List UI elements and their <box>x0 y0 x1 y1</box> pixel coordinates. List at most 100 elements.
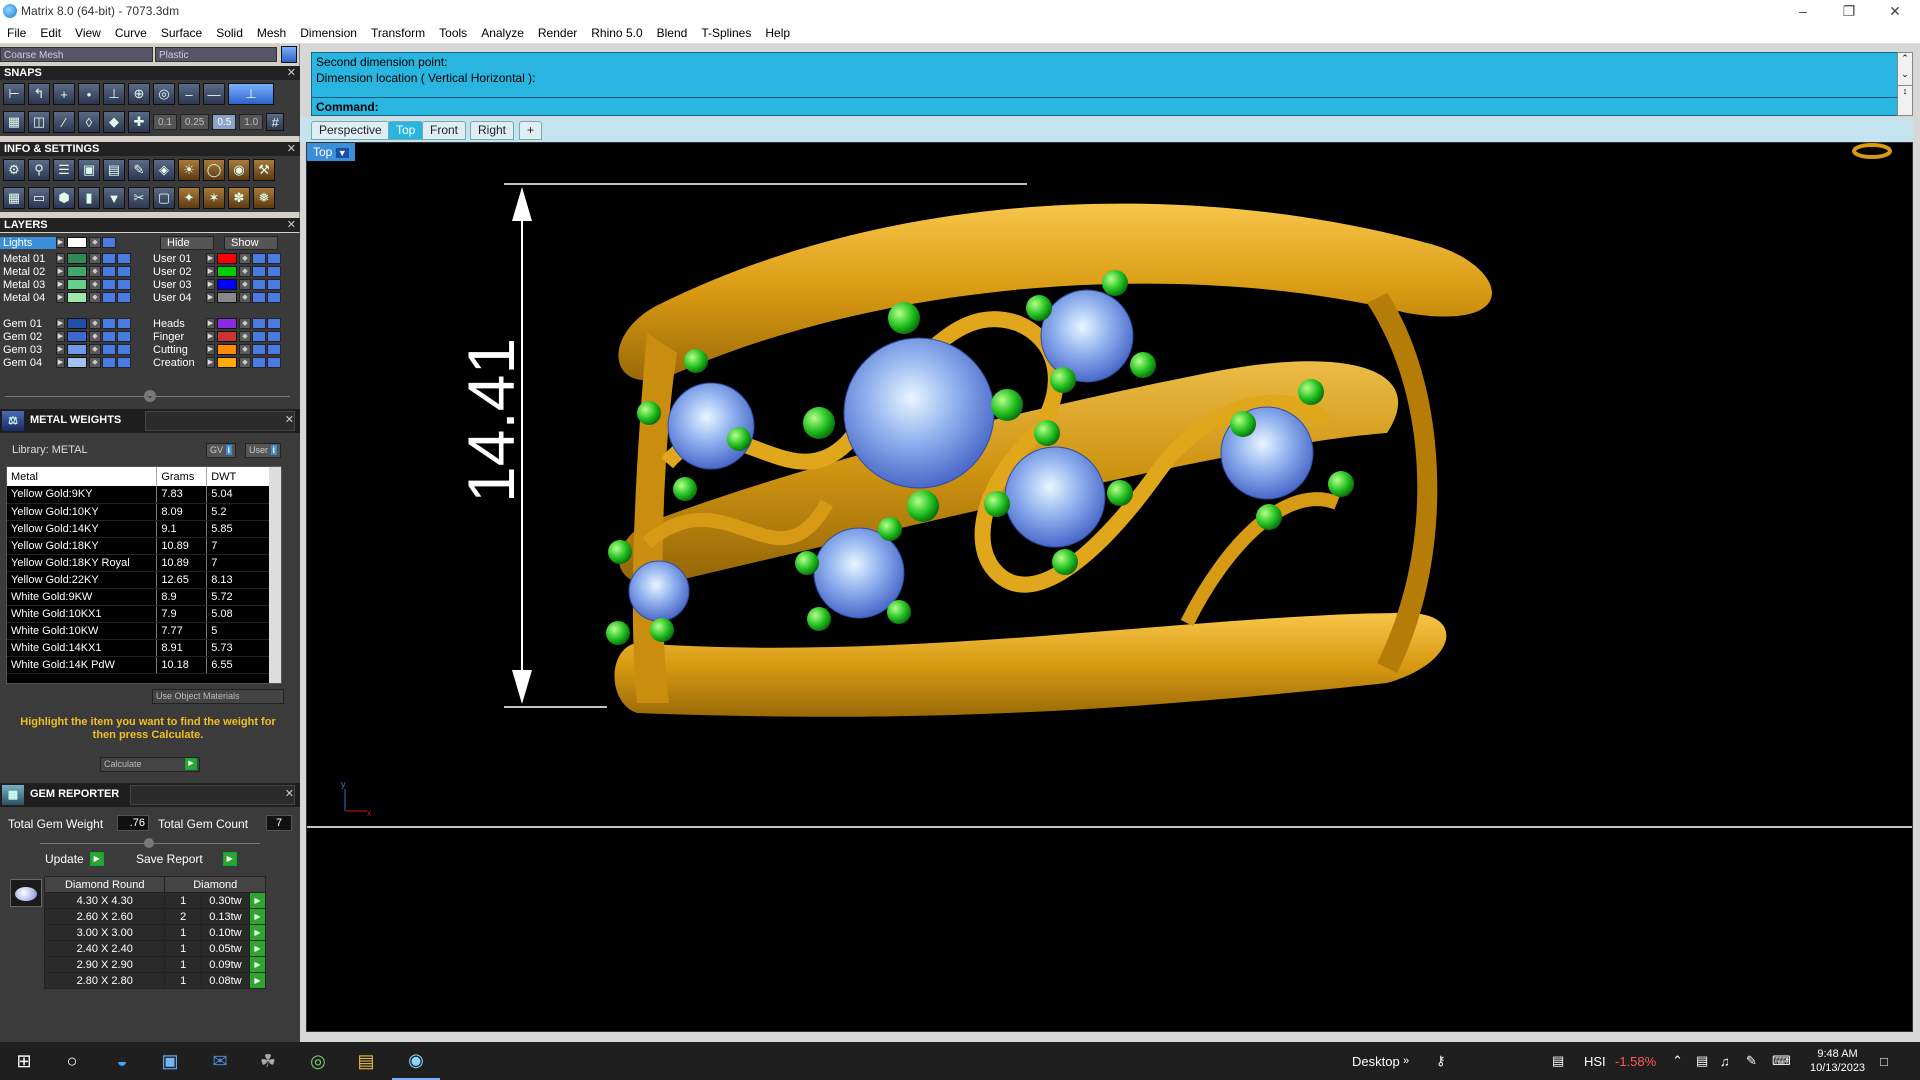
layer-name[interactable]: Metal 01 <box>0 253 56 265</box>
render-toggle[interactable] <box>267 292 281 303</box>
table-row[interactable]: 2.80 X 2.80 1 0.08tw ▶ <box>43 972 267 989</box>
lock-icon[interactable]: ◆ <box>239 357 251 368</box>
use-object-materials-toggle[interactable]: Use Object Materials <box>152 689 284 704</box>
render-icon[interactable]: ☀ <box>178 159 200 181</box>
table-row[interactable]: 2.90 X 2.90 1 0.09tw ▶ <box>43 956 267 973</box>
lock-icon[interactable]: ◆ <box>239 253 251 264</box>
chevron-up-icon[interactable] <box>144 838 154 848</box>
ortho-icon[interactable]: ∕ <box>53 111 75 133</box>
layer-row[interactable]: Gem 01 ▶ ◆ <box>0 317 131 330</box>
menu-blend[interactable]: Blend <box>650 26 695 40</box>
scroll-up-icon[interactable]: ⌃ <box>1898 53 1912 69</box>
menu-help[interactable]: Help <box>758 26 797 40</box>
material-combo[interactable]: Plastic <box>155 47 277 62</box>
grid-snap-icon[interactable]: # <box>266 113 285 131</box>
table-row[interactable]: White Gold:9KW 8.9 5.72 <box>7 588 271 606</box>
layer-row[interactable]: Metal 01 ▶ ◆ <box>0 252 131 265</box>
layer-name[interactable]: Gem 04 <box>0 357 56 369</box>
layer-row[interactable]: Gem 03 ▶ ◆ <box>0 343 131 356</box>
menu-dimension[interactable]: Dimension <box>293 26 364 40</box>
mail-icon[interactable]: ✉ <box>196 1042 244 1080</box>
visibility-toggle[interactable] <box>102 266 116 277</box>
layer-color-swatch[interactable] <box>67 266 87 277</box>
layer-color-swatch[interactable] <box>217 253 237 264</box>
menu-transform[interactable]: Transform <box>364 26 432 40</box>
display-mode-button[interactable] <box>281 46 297 63</box>
layer-row[interactable]: User 04 ▶ ◆ <box>150 291 281 304</box>
lock-icon[interactable]: ◆ <box>239 292 251 303</box>
visibility-toggle[interactable] <box>102 331 116 342</box>
play-icon[interactable]: ▶ <box>248 892 267 909</box>
keyboard-icon[interactable]: ⌨ <box>1772 1042 1791 1080</box>
arrow-right-icon[interactable]: ▶ <box>56 357 65 368</box>
layer-color-swatch[interactable] <box>217 266 237 277</box>
play-icon[interactable]: ▶ <box>248 924 267 941</box>
snap-point-icon[interactable]: + <box>53 83 75 105</box>
app-matrix-icon[interactable]: ◉ <box>392 1042 440 1080</box>
arrow-right-icon[interactable]: ▶ <box>206 344 215 355</box>
render-toggle[interactable] <box>117 344 131 355</box>
add-tab-icon[interactable]: + <box>519 121 543 140</box>
layer-row[interactable]: User 03 ▶ ◆ <box>150 278 281 291</box>
render-toggle[interactable] <box>267 344 281 355</box>
update-button[interactable]: Update ▶ <box>45 851 104 867</box>
layer-row[interactable]: User 02 ▶ ◆ <box>150 265 281 278</box>
layer-row[interactable]: Metal 04 ▶ ◆ <box>0 291 131 304</box>
menu-view[interactable]: View <box>68 26 108 40</box>
scissors-icon[interactable]: ✂ <box>128 187 150 209</box>
mesh-combo[interactable]: Coarse Mesh <box>0 47 153 62</box>
snap-perp-icon[interactable]: ⊥ <box>103 83 125 105</box>
visibility-toggle[interactable] <box>252 344 266 355</box>
snap-knot-icon[interactable]: — <box>203 83 225 105</box>
layer-row[interactable]: Gem 02 ▶ ◆ <box>0 330 131 343</box>
scroll-down-icon[interactable]: ⌄ <box>1898 69 1912 85</box>
menu-rhino[interactable]: Rhino 5.0 <box>584 26 649 40</box>
lock-icon[interactable]: ◆ <box>239 266 251 277</box>
layer-name[interactable]: Cutting <box>150 344 206 356</box>
cursor-icon[interactable]: ✚ <box>128 111 150 133</box>
layer-color-swatch[interactable] <box>67 344 87 355</box>
windows-start-icon[interactable]: ⊞ <box>0 1042 48 1080</box>
lock-icon[interactable]: ◆ <box>89 292 101 303</box>
col-dwt[interactable]: DWT <box>206 467 271 486</box>
table-row[interactable]: White Gold:14KX1 8.91 5.73 <box>7 639 271 657</box>
chevron-down-icon[interactable]: ⌄ <box>144 390 156 402</box>
render-toggle[interactable] <box>267 266 281 277</box>
grid-icon[interactable]: ▦ <box>3 111 25 133</box>
menu-tsplines[interactable]: T-Splines <box>694 26 758 40</box>
layer-color-swatch[interactable] <box>217 318 237 329</box>
play-icon[interactable]: ▶ <box>248 940 267 957</box>
layer-color-swatch[interactable] <box>217 344 237 355</box>
lock-icon[interactable]: ◆ <box>89 279 101 290</box>
lights-label[interactable]: Lights <box>0 236 56 249</box>
folder-icon[interactable]: ▤ <box>342 1042 390 1080</box>
arrow-right-icon[interactable]: ▶ <box>56 266 65 277</box>
minimize-button[interactable]: – <box>1780 0 1826 22</box>
visibility-toggle[interactable] <box>252 253 266 264</box>
save-report-button[interactable]: Save Report ▶ <box>136 851 237 867</box>
lock-icon[interactable]: ◆ <box>89 237 101 248</box>
play-icon[interactable]: ▶ <box>248 972 267 989</box>
snap-value-05[interactable]: 0.5 <box>212 114 237 130</box>
layer-row[interactable]: Metal 03 ▶ ◆ <box>0 278 131 291</box>
lock-icon[interactable]: ◆ <box>89 318 101 329</box>
menu-surface[interactable]: Surface <box>154 26 209 40</box>
lock-icon[interactable]: ◆ <box>89 357 101 368</box>
layer-color-swatch[interactable] <box>67 357 87 368</box>
play-icon[interactable]: ▶ <box>248 908 267 925</box>
edit-icon[interactable]: ✎ <box>128 159 150 181</box>
render-toggle[interactable] <box>117 266 131 277</box>
tools-icon[interactable]: ⚒ <box>253 159 275 181</box>
tab-perspective[interactable]: Perspective <box>311 121 390 140</box>
visibility-toggle[interactable] <box>102 357 116 368</box>
command-input-bar[interactable]: Command: <box>312 97 1898 116</box>
table-row[interactable]: Yellow Gold:9KY 7.83 5.04 <box>7 486 271 504</box>
layer-name[interactable]: Heads <box>150 318 206 330</box>
show-button[interactable]: Show <box>224 235 278 250</box>
col-grams[interactable]: Grams <box>156 467 208 486</box>
layer-row[interactable]: User 01 ▶ ◆ <box>150 252 281 265</box>
gem-icon[interactable]: ◈ <box>153 159 175 181</box>
layer-row[interactable]: Finger ▶ ◆ <box>150 330 281 343</box>
document-icon[interactable]: ▤ <box>103 159 125 181</box>
arrow-right-icon[interactable]: ▶ <box>206 292 215 303</box>
